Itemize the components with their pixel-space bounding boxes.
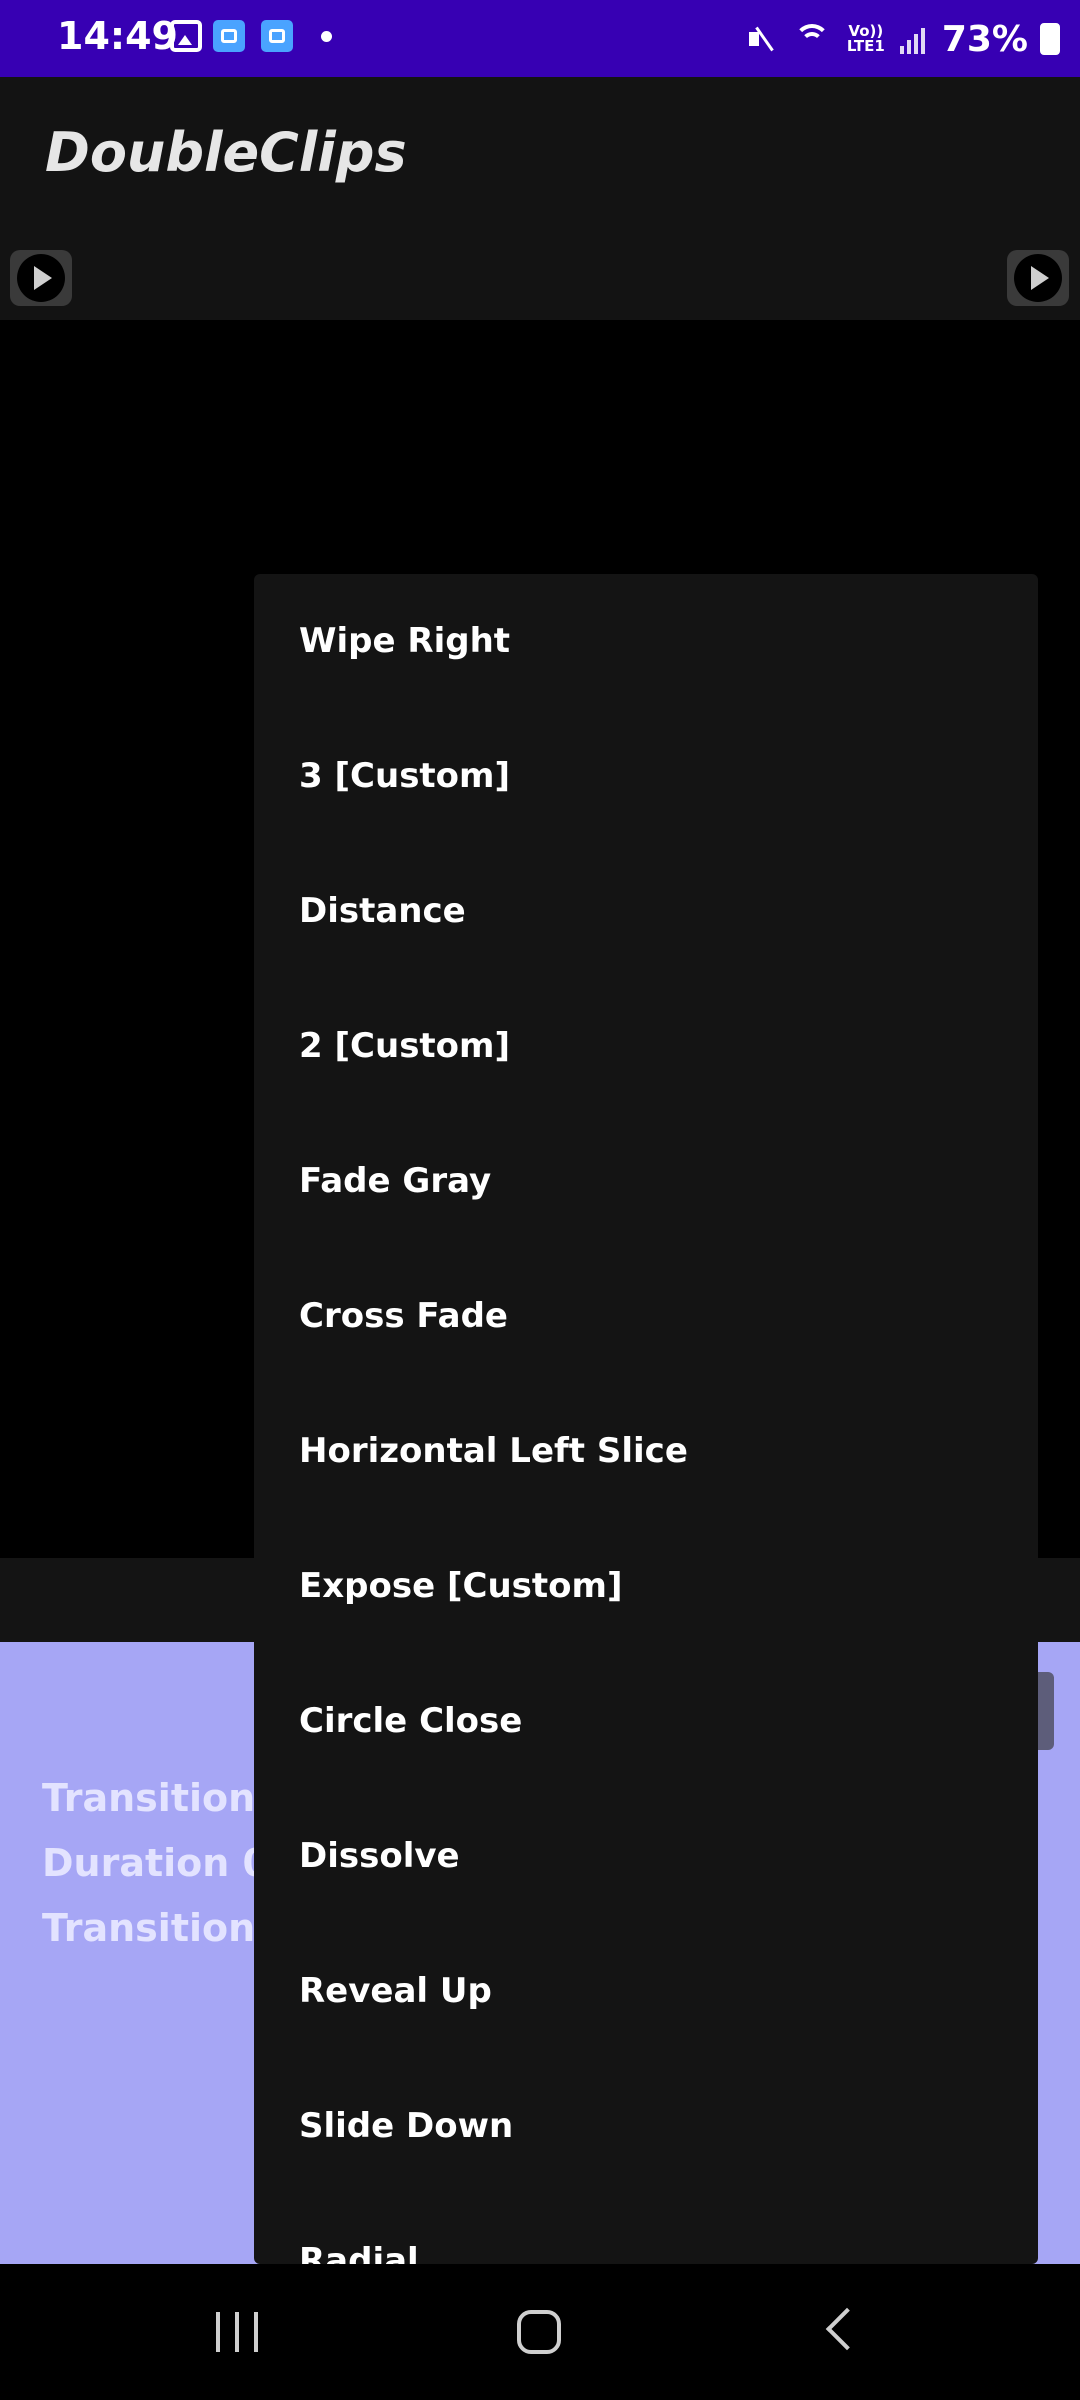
transition-dropdown[interactable]: Wipe Right 3 [Custom] Distance 2 [Custom…: [254, 574, 1038, 2264]
panel-line-duration: Duration 0: [42, 1841, 269, 1885]
dropdown-item[interactable]: Radial: [299, 2194, 999, 2264]
back-icon[interactable]: [825, 2307, 869, 2351]
dropdown-item[interactable]: Horizontal Left Slice: [299, 1384, 999, 1519]
play-button-right[interactable]: [1007, 250, 1069, 306]
dropdown-item[interactable]: Wipe Right: [299, 574, 999, 709]
dropdown-item[interactable]: Slide Down: [299, 2059, 999, 2194]
status-time: 14:49: [57, 14, 178, 58]
battery-percent: 73%: [941, 18, 1028, 60]
status-right-group: Vo)) LTE1 73%: [746, 10, 1060, 68]
more-notifications-dot: [321, 31, 332, 42]
screen: 14:49 Vo)) LTE1 73% DoubleClips Transiti…: [0, 0, 1080, 2400]
dropdown-item[interactable]: Distance: [299, 844, 999, 979]
dropdown-item[interactable]: 3 [Custom]: [299, 709, 999, 844]
battery-icon: [1040, 23, 1060, 55]
play-icon: [1014, 254, 1062, 302]
panel-line-transition-2: Transition: [42, 1906, 256, 1950]
recent-apps-icon[interactable]: [216, 2312, 258, 2352]
dropdown-item[interactable]: Circle Close: [299, 1654, 999, 1789]
app-notification-icon: [261, 20, 293, 52]
app-title: DoubleClips: [45, 121, 407, 184]
status-bar: 14:49 Vo)) LTE1 73%: [0, 0, 1080, 77]
dropdown-item[interactable]: Cross Fade: [299, 1249, 999, 1384]
app-notification-icon: [213, 20, 245, 52]
dropdown-item[interactable]: Dissolve: [299, 1789, 999, 1924]
home-icon[interactable]: [517, 2310, 561, 2354]
lte-label: Vo)) LTE1: [846, 22, 885, 55]
app-bar: DoubleClips: [0, 77, 1080, 320]
dropdown-item[interactable]: Expose [Custom]: [299, 1519, 999, 1654]
panel-line-transition: Transition: [42, 1776, 256, 1820]
navigation-bar: [0, 2264, 1080, 2400]
wifi-icon: [792, 22, 832, 56]
gallery-icon: [170, 20, 202, 52]
signal-icon: [899, 24, 930, 54]
play-icon: [17, 254, 65, 302]
mute-icon: [746, 22, 780, 56]
dropdown-item[interactable]: Reveal Up: [299, 1924, 999, 2059]
dropdown-item[interactable]: Fade Gray: [299, 1114, 999, 1249]
dropdown-item[interactable]: 2 [Custom]: [299, 979, 999, 1114]
play-button-left[interactable]: [10, 250, 72, 306]
